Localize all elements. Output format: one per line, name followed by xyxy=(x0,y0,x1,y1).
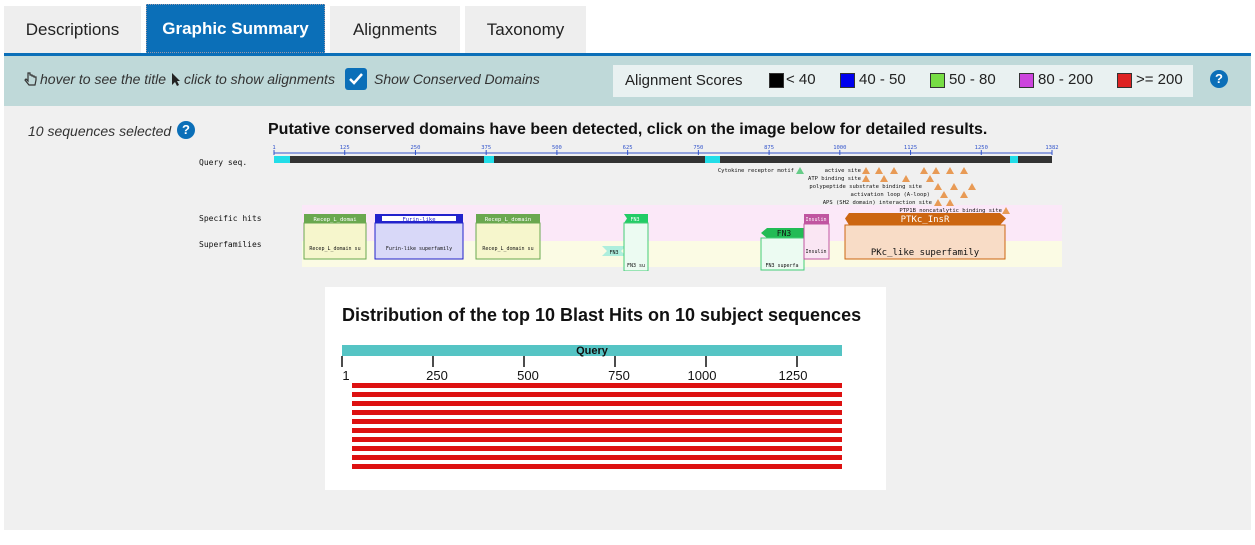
ruler-tick-label: 625 xyxy=(623,145,633,151)
blast-hit-bars xyxy=(352,383,842,469)
query-seq-label: Query seq. xyxy=(199,158,247,167)
specific-hit-label: Insulin xyxy=(805,217,826,223)
specific-hit-label: PTKc_InsR xyxy=(901,215,950,225)
superfamily-hit-label: FN3 superfa xyxy=(765,263,798,269)
blast-hit-bar[interactable] xyxy=(352,392,842,397)
legend-label: < 40 xyxy=(786,71,816,88)
cdd-title: Putative conserved domains have been det… xyxy=(268,121,988,138)
legend-title: Alignment Scores xyxy=(625,72,743,89)
query-gap-segment xyxy=(274,156,290,163)
ruler-tick-label: 125 xyxy=(340,145,350,151)
superfamily-hit-label: Recep_L_domain su xyxy=(309,246,360,252)
site-label: ATP binding site xyxy=(808,176,861,182)
axis-tick-label: 500 xyxy=(517,368,539,383)
ruler-tick-label: 1382 xyxy=(1045,145,1058,151)
superfamily-hit-label: FN3 su xyxy=(627,263,645,269)
ruler-tick-label: 375 xyxy=(481,145,491,151)
axis-tick-label: 250 xyxy=(426,368,448,383)
site-label: activation loop (A-loop) xyxy=(851,192,930,198)
ruler-tick-label: 1 xyxy=(272,145,275,151)
hand-pointer-icon xyxy=(24,72,37,86)
legend-swatch-black xyxy=(769,73,784,88)
tab-taxonomy[interactable]: Taxonomy xyxy=(465,6,586,53)
superfamily-hit-label: Furin-like superfamily xyxy=(386,246,452,252)
superfamilies-label: Superfamilies xyxy=(199,240,262,249)
superfamily-hit-label: FN3 xyxy=(609,250,618,256)
conserved-domains-image[interactable]: Query seq. Specific hits Superfamilies 1… xyxy=(194,143,1064,271)
blast-hit-bar[interactable] xyxy=(352,446,842,451)
legend-label: >= 200 xyxy=(1136,71,1183,88)
blast-hit-bar[interactable] xyxy=(352,401,842,406)
legend-swatch-blue xyxy=(840,73,855,88)
superfamily-hit-label: PKc_like superfamily xyxy=(871,248,980,258)
blast-hit-bar[interactable] xyxy=(352,419,842,424)
blast-hit-bar[interactable] xyxy=(352,455,842,460)
ruler-tick-label: 875 xyxy=(764,145,774,151)
graphic-summary-panel: 10 sequences selected ? Putative conserv… xyxy=(4,106,1251,530)
tab-descriptions[interactable]: Descriptions xyxy=(4,6,141,53)
legend-label: 50 - 80 xyxy=(949,71,996,88)
specific-hit-label: Recep_L_domain xyxy=(485,217,531,223)
tab-graphic-summary[interactable]: Graphic Summary xyxy=(146,4,325,53)
legend-label: 40 - 50 xyxy=(859,71,906,88)
query-gap-segment xyxy=(705,156,720,163)
superfamily-hit-label: Recep_L_domain su xyxy=(482,246,533,252)
sequences-selected: 10 sequences selected xyxy=(28,123,172,139)
blast-distribution-panel: Distribution of the top 10 Blast Hits on… xyxy=(325,287,886,490)
specific-hit-label: Furin-like xyxy=(402,217,435,223)
site-label: Cytokine receptor motif xyxy=(718,168,794,174)
query-bar-label: Query xyxy=(576,345,609,357)
selected-help-icon[interactable]: ? xyxy=(177,121,195,139)
blast-hit-bar[interactable] xyxy=(352,464,842,469)
axis-tick-label: 1250 xyxy=(779,368,808,383)
specific-hit-label: Recep_L_domai xyxy=(313,217,356,223)
superfamily-hit[interactable] xyxy=(374,222,464,260)
specific-hits-label: Specific hits xyxy=(199,214,262,223)
ruler-tick-label: 250 xyxy=(410,145,420,151)
blast-hit-bar[interactable] xyxy=(352,437,842,442)
blast-hit-bar[interactable] xyxy=(352,428,842,433)
tab-alignments[interactable]: Alignments xyxy=(330,6,460,53)
superfamily-hit[interactable] xyxy=(475,222,541,260)
legend-help-icon[interactable]: ? xyxy=(1210,70,1228,88)
legend-swatch-green xyxy=(930,73,945,88)
alignment-scores-legend: Alignment Scores < 40 40 - 50 50 - 80 80… xyxy=(613,65,1193,97)
specific-hit-label: FN3 xyxy=(630,217,639,223)
query-gap-segment xyxy=(1010,156,1018,163)
click-hint: click to show alignments xyxy=(171,71,335,87)
legend-swatch-magenta xyxy=(1019,73,1034,88)
click-hint-text: click to show alignments xyxy=(184,71,335,87)
result-tabs: Descriptions Graphic Summary Alignments … xyxy=(0,0,1255,54)
axis-tick-label: 1000 xyxy=(688,368,717,383)
show-conserved-domains-checkbox[interactable] xyxy=(345,68,367,90)
ruler-tick-label: 500 xyxy=(552,145,562,151)
ruler-tick-label: 1125 xyxy=(904,145,917,151)
ruler-tick-label: 1000 xyxy=(833,145,846,151)
blast-hit-bar[interactable] xyxy=(352,383,842,388)
legend-label: 80 - 200 xyxy=(1038,71,1094,88)
query-gap-segment xyxy=(484,156,494,163)
cursor-arrow-icon xyxy=(172,73,180,86)
axis-tick-label: 750 xyxy=(608,368,630,383)
site-label: active site xyxy=(825,168,861,174)
graphic-toolbar: hover to see the title click to show ali… xyxy=(4,56,1251,106)
blast-hits-graphic[interactable]: Query 1 250 500 750 1000 1250 xyxy=(325,287,886,490)
superfamily-hit-label: Insulin xyxy=(805,249,826,255)
site-label: APS (SH2 domain) interaction site xyxy=(823,200,932,206)
ruler-tick-label: 1250 xyxy=(975,145,988,151)
specific-hit-label: FN3 xyxy=(777,229,792,238)
hover-hint-text: hover to see the title xyxy=(40,71,167,87)
blast-hit-bar[interactable] xyxy=(352,410,842,415)
ruler-tick-label: 750 xyxy=(693,145,703,151)
site-label: polypeptide substrate binding site xyxy=(809,184,922,190)
superfamily-hit[interactable] xyxy=(303,222,367,260)
query-bar xyxy=(274,156,1052,163)
checkmark-icon xyxy=(349,73,363,85)
hover-hint: hover to see the title xyxy=(24,71,166,87)
show-conserved-domains-label[interactable]: Show Conserved Domains xyxy=(374,71,540,87)
axis-tick-label: 1 xyxy=(342,368,349,383)
legend-swatch-red xyxy=(1117,73,1132,88)
